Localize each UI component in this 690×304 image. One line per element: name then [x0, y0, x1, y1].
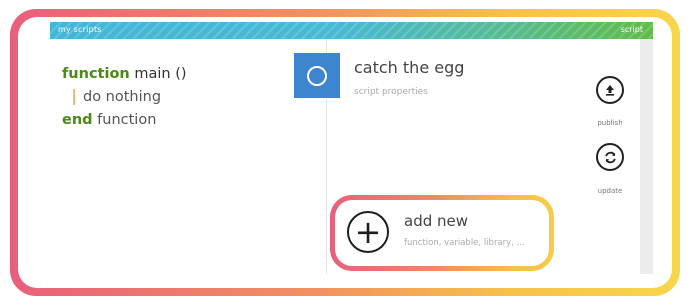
- code-line-body[interactable]: do nothing: [62, 89, 187, 112]
- script-title[interactable]: catch the egg: [354, 58, 464, 77]
- plus-icon[interactable]: +: [347, 211, 389, 253]
- title-bar-right-label[interactable]: script: [621, 25, 643, 34]
- function-name: main (): [134, 66, 187, 82]
- update-button[interactable]: [596, 143, 624, 171]
- upload-icon: [606, 85, 614, 96]
- scrollbar[interactable]: [640, 39, 653, 274]
- script-properties-link[interactable]: script properties: [354, 87, 428, 97]
- function-keyword: function: [62, 66, 130, 82]
- update-label: update: [597, 187, 623, 195]
- app-title[interactable]: my scripts: [58, 25, 102, 34]
- publish-label: publish: [597, 119, 623, 127]
- refresh-icon: [604, 151, 616, 163]
- script-tile[interactable]: [294, 53, 340, 98]
- add-new-subtitle[interactable]: function, variable, library, ...: [404, 238, 525, 248]
- end-keyword: end: [62, 112, 93, 128]
- circle-icon: [307, 66, 327, 86]
- title-bar: my scripts script: [50, 22, 653, 39]
- end-function-label: function: [97, 112, 157, 128]
- code-editor[interactable]: function main () do nothing end function: [62, 66, 187, 135]
- add-new-title[interactable]: add new: [404, 212, 468, 230]
- statement-do-nothing[interactable]: do nothing: [73, 89, 161, 105]
- code-line-function[interactable]: function main (): [62, 66, 187, 89]
- publish-button[interactable]: [596, 76, 624, 104]
- code-line-end[interactable]: end function: [62, 112, 187, 135]
